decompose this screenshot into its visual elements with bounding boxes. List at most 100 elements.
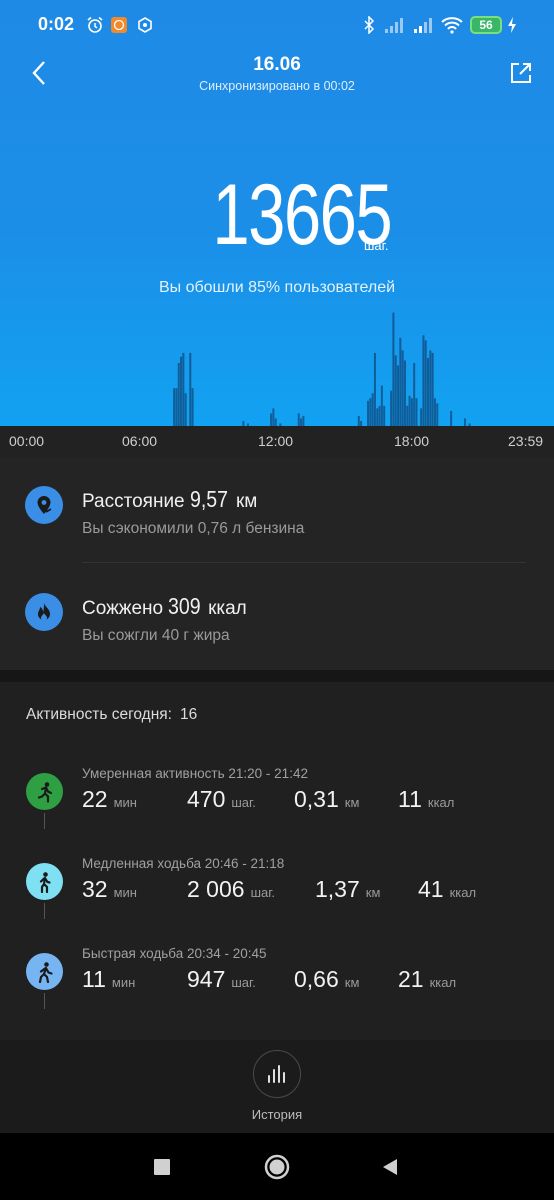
chart-bar (270, 413, 273, 426)
activity-item-fast-walk[interactable]: Быстрая ходьба 20:34 - 20:45 11 мин 947 ша… (0, 946, 554, 1036)
circle-icon (264, 1154, 290, 1180)
activity-calories: 21 ккал (398, 966, 456, 993)
timeline-line (44, 813, 45, 829)
chart-bar (191, 388, 194, 426)
chart-bar (424, 340, 427, 426)
divider (82, 562, 526, 563)
chart-bar (376, 408, 379, 426)
chart-time-axis: 00:00 06:00 12:00 18:00 23:59 (0, 426, 554, 458)
chart-bar (433, 398, 436, 426)
activity-title: Умеренная активность 21:20 - 21:42 (82, 766, 308, 781)
activity-list: Активность сегодня: 16 Умеренная активнос… (0, 682, 554, 1040)
distance-value: 0,31 (294, 786, 339, 812)
chart-bar (302, 415, 305, 426)
chart-bar (373, 352, 376, 426)
calories-row[interactable]: Сожжено 309 ккал Вы сожгли 40 г жира (0, 565, 554, 665)
flame-icon (25, 593, 63, 631)
activity-distance: 1,37 км (315, 876, 380, 903)
screen: 0:02 56 16.06 Синхронизировано в 00:02 1… (0, 0, 554, 1200)
status-time: 0:02 (38, 14, 75, 34)
chart-bar (410, 398, 413, 426)
chart-bar (173, 388, 176, 426)
share-button[interactable] (506, 58, 536, 88)
chart-bar (429, 350, 432, 426)
home-button[interactable] (263, 1153, 291, 1181)
signal-icon (384, 15, 406, 35)
triangle-back-icon (383, 1159, 397, 1175)
activity-count: 16 (179, 706, 198, 723)
steps-summary-panel: 0:02 56 16.06 Синхронизировано в 00:02 1… (0, 0, 554, 426)
chart-bar (394, 355, 397, 426)
distance-title: Расстояние 9,57 км (82, 486, 257, 513)
chart-bar (431, 352, 434, 426)
status-bar: 0:02 56 (0, 0, 554, 50)
recent-apps-button[interactable] (148, 1153, 176, 1181)
distance-subtitle: Вы сэкономили 0,76 л бензина (82, 520, 305, 537)
chart-bar (401, 350, 404, 426)
metric-label: Сожжено (82, 598, 164, 619)
distance-value: 0,66 (294, 966, 339, 992)
chart-bar (189, 352, 192, 426)
calories-subtitle: Вы сожгли 40 г жира (82, 627, 230, 644)
steps-unit: шаг. (250, 885, 275, 900)
timeline-line (44, 993, 45, 1009)
chart-bar (297, 413, 300, 426)
activity-item-slow-walk[interactable]: Медленная ходьба 20:46 - 21:18 32 мин 2 0… (0, 856, 554, 946)
chart-bar (300, 418, 303, 426)
calories-unit: ккал (429, 975, 457, 990)
time-label: 00:00 (9, 433, 45, 449)
steps-value: 947 (187, 966, 226, 992)
steps-unit: шаг. (231, 975, 256, 990)
chart-bar (274, 418, 277, 426)
bar-chart-icon (268, 1065, 285, 1083)
fast-walking-icon (26, 953, 63, 990)
time-label: 06:00 (122, 433, 158, 449)
history-button[interactable] (253, 1050, 301, 1098)
activity-distance: 0,31 км (294, 786, 359, 813)
chart-bar (175, 388, 178, 426)
duration-value: 11 (82, 966, 106, 992)
chart-bar (420, 408, 423, 426)
steps-value: 470 (187, 786, 226, 812)
duration-unit: мин (113, 795, 137, 810)
runner-icon (26, 773, 63, 810)
steps-block: 13665 шаг. (0, 170, 554, 270)
metric-unit: ккал (208, 598, 247, 619)
app-notification-icon (110, 15, 128, 35)
distance-row[interactable]: Расстояние 9,57 км Вы сэкономили 0,76 л … (0, 458, 554, 563)
chart-bar (415, 398, 418, 426)
metric-unit: км (235, 491, 258, 512)
metrics-card: Расстояние 9,57 км Вы сэкономили 0,76 л … (0, 458, 554, 670)
chart-bar (184, 393, 187, 426)
steps-unit: шаг. (364, 238, 389, 253)
chart-bar (182, 352, 185, 426)
hourly-steps-chart (173, 312, 471, 426)
walking-icon (26, 863, 63, 900)
activity-duration: 22 мин (82, 786, 137, 813)
activity-duration: 32 мин (82, 876, 137, 903)
history-label: История (251, 1107, 303, 1122)
activity-item-moderate[interactable]: Умеренная активность 21:20 - 21:42 22 мин… (0, 766, 554, 856)
chart-bar (369, 398, 372, 426)
sync-status: Синхронизировано в 00:02 (199, 79, 355, 93)
calories-title: Сожжено 309 ккал (82, 593, 247, 620)
chart-bar (397, 365, 400, 426)
chart-bar (390, 390, 393, 426)
duration-unit: мин (111, 975, 136, 990)
calories-unit: ккал (449, 885, 477, 900)
system-back-button[interactable] (376, 1153, 404, 1181)
chart-bar (180, 356, 183, 426)
distance-value: 9,57 (189, 486, 228, 512)
section-divider (0, 670, 554, 682)
chart-bar (272, 408, 275, 426)
activity-calories: 11 ккал (398, 786, 454, 813)
signal-icon (413, 15, 435, 35)
bottom-navigation: История (0, 1040, 554, 1133)
calories-value: 41 (418, 876, 444, 902)
square-icon (154, 1159, 170, 1175)
chart-bar (177, 363, 180, 426)
distance-unit: км (344, 975, 360, 990)
chart-bar (463, 418, 466, 426)
time-label: 23:59 (508, 433, 544, 449)
chart-bar (399, 337, 402, 426)
